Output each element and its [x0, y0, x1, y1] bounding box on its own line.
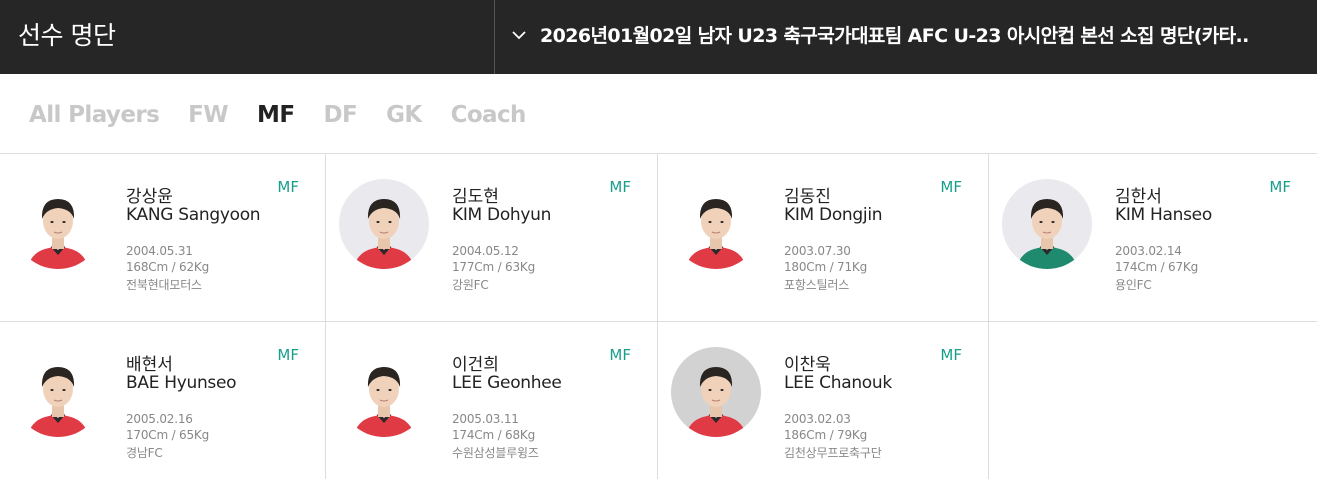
player-card[interactable]: 배현서 BAE Hyunseo MF 2005.02.16 170Cm / 65…: [0, 322, 326, 479]
player-name-en: KIM Dongjin: [784, 205, 883, 225]
player-height-weight: 168Cm / 62Kg: [126, 260, 210, 274]
player-photo-icon: [339, 347, 429, 437]
player-name-ko: 김도현: [452, 187, 499, 207]
player-avatar: [339, 347, 429, 437]
player-photo-icon: [13, 347, 103, 437]
position-badge: MF: [940, 178, 962, 196]
player-club: 포항스틸러스: [784, 278, 850, 292]
position-badge: MF: [609, 346, 631, 364]
tab-gk[interactable]: GK: [386, 98, 422, 132]
empty-cell: [989, 322, 1317, 479]
player-name-ko: 강상윤: [126, 187, 173, 207]
player-name-ko: 김한서: [1115, 187, 1162, 207]
player-club: 김천상무프로축구단: [784, 446, 882, 460]
player-name-ko: 이찬욱: [784, 355, 831, 375]
player-birthdate: 2005.03.11: [452, 412, 519, 426]
tab-df[interactable]: DF: [323, 98, 357, 132]
player-name-ko: 김동진: [784, 187, 831, 207]
right-eye: [720, 389, 724, 391]
position-badge: MF: [1269, 178, 1291, 196]
left-eye: [708, 221, 712, 223]
player-card[interactable]: 김동진 KIM Dongjin MF 2003.07.30 180Cm / 71…: [658, 154, 989, 322]
player-card[interactable]: 이건희 LEE Geonhee MF 2005.03.11 174Cm / 68…: [326, 322, 658, 479]
player-club: 경남FC: [126, 446, 163, 460]
player-name-ko: 배현서: [126, 355, 173, 375]
player-card[interactable]: 김한서 KIM Hanseo MF 2003.02.14 174Cm / 67K…: [989, 154, 1317, 322]
player-name-en: LEE Chanouk: [784, 373, 892, 393]
player-height-weight: 174Cm / 67Kg: [1115, 260, 1199, 274]
player-height-weight: 170Cm / 65Kg: [126, 428, 210, 442]
tab-all-players[interactable]: All Players: [29, 98, 160, 132]
player-photo-icon: [671, 179, 761, 269]
position-badge: MF: [940, 346, 962, 364]
player-card[interactable]: 이찬욱 LEE Chanouk MF 2003.02.03 186Cm / 79…: [658, 322, 989, 479]
player-height-weight: 186Cm / 79Kg: [784, 428, 868, 442]
position-tabs: All Players FW MF DF GK Coach: [29, 98, 555, 132]
left-eye: [50, 221, 54, 223]
player-birthdate: 2003.02.14: [1115, 244, 1182, 258]
tab-fw[interactable]: FW: [188, 98, 228, 132]
player-birthdate: 2003.07.30: [784, 244, 851, 258]
player-avatar: [339, 179, 429, 269]
right-eye: [388, 221, 392, 223]
player-name-en: LEE Geonhee: [452, 373, 562, 393]
player-photo-icon: [1002, 179, 1092, 269]
left-eye: [50, 389, 54, 391]
right-eye: [720, 221, 724, 223]
player-name-ko: 이건희: [452, 355, 499, 375]
right-eye: [62, 221, 66, 223]
player-photo-icon: [13, 179, 103, 269]
left-eye: [376, 221, 380, 223]
player-club: 강원FC: [452, 278, 489, 292]
position-badge: MF: [609, 178, 631, 196]
player-avatar: [671, 347, 761, 437]
player-club: 수원삼성블루윙즈: [452, 446, 539, 460]
player-height-weight: 180Cm / 71Kg: [784, 260, 868, 274]
player-club: 용인FC: [1115, 278, 1152, 292]
right-eye: [1051, 221, 1055, 223]
position-badge: MF: [277, 346, 299, 364]
right-eye: [62, 389, 66, 391]
roster-selector-label: 2026년01월02일 남자 U23 축구국가대표팀 AFC U-23 아시안컵…: [540, 25, 1249, 47]
player-name-en: KANG Sangyoon: [126, 205, 261, 225]
roster-selector-dropdown[interactable]: 2026년01월02일 남자 U23 축구국가대표팀 AFC U-23 아시안컵…: [495, 0, 1317, 74]
position-badge: MF: [277, 178, 299, 196]
player-club: 전북현대모터스: [126, 278, 202, 292]
player-photo-icon: [671, 347, 761, 437]
player-photo-icon: [339, 179, 429, 269]
player-height-weight: 177Cm / 63Kg: [452, 260, 536, 274]
player-card[interactable]: 강상윤 KANG Sangyoon MF 2004.05.31 168Cm / …: [0, 154, 326, 322]
player-birthdate: 2004.05.31: [126, 244, 193, 258]
tab-coach[interactable]: Coach: [451, 98, 527, 132]
player-avatar: [1002, 179, 1092, 269]
left-eye: [376, 389, 380, 391]
chevron-down-icon: [512, 31, 526, 40]
player-name-en: KIM Dohyun: [452, 205, 552, 225]
player-avatar: [13, 347, 103, 437]
player-card[interactable]: 김도현 KIM Dohyun MF 2004.05.12 177Cm / 63K…: [326, 154, 658, 322]
player-birthdate: 2005.02.16: [126, 412, 193, 426]
player-name-en: KIM Hanseo: [1115, 205, 1212, 225]
tab-mf[interactable]: MF: [257, 98, 295, 132]
player-birthdate: 2004.05.12: [452, 244, 519, 258]
top-bar: 선수 명단 2026년01월02일 남자 U23 축구국가대표팀 AFC U-2…: [0, 0, 1317, 74]
player-height-weight: 174Cm / 68Kg: [452, 428, 536, 442]
player-name-en: BAE Hyunseo: [126, 373, 237, 393]
left-eye: [708, 389, 712, 391]
left-eye: [1039, 221, 1043, 223]
right-eye: [388, 389, 392, 391]
player-birthdate: 2003.02.03: [784, 412, 851, 426]
player-avatar: [671, 179, 761, 269]
page-title: 선수 명단: [18, 21, 116, 50]
player-avatar: [13, 179, 103, 269]
